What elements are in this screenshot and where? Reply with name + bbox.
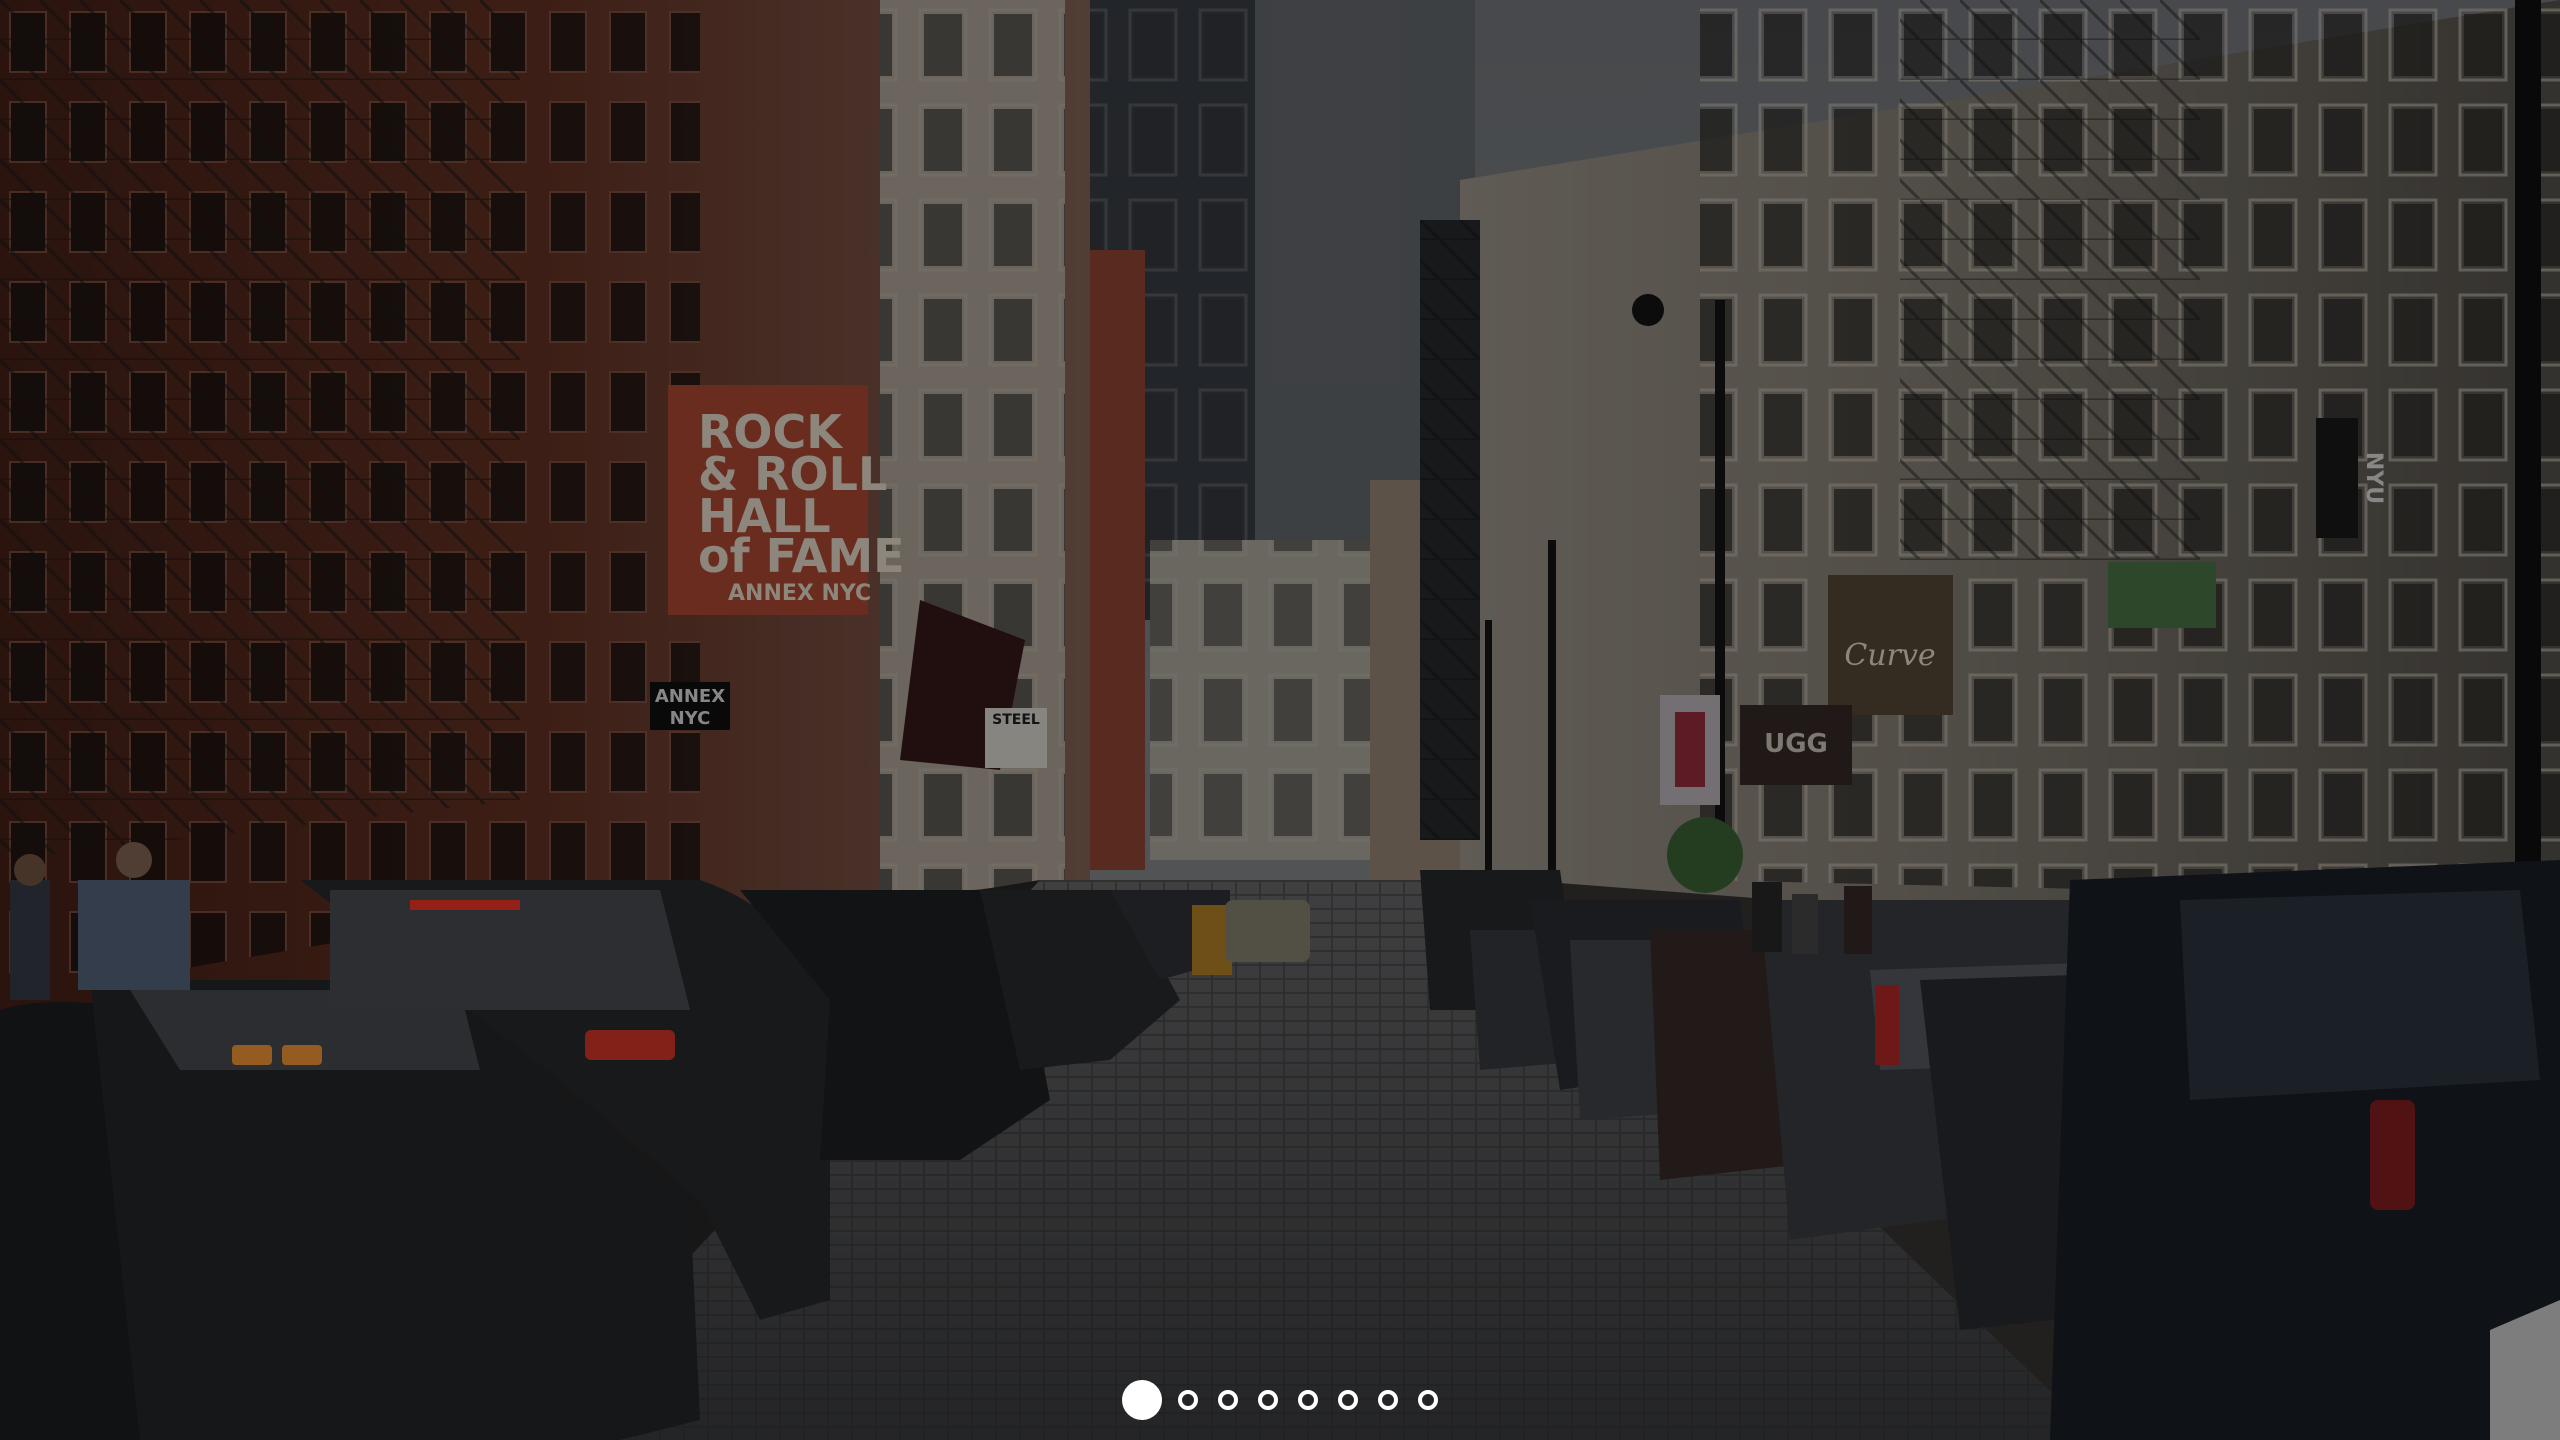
curve-banner: Curve — [1844, 638, 1935, 673]
slide-pager — [0, 1378, 2560, 1422]
hall-of-fame-line-5: ANNEX NYC — [728, 581, 871, 606]
ugg-banner: UGG — [1764, 729, 1828, 759]
pager-dot-6[interactable] — [1338, 1390, 1358, 1410]
pager-dot-2[interactable] — [1178, 1390, 1198, 1410]
nyu-sign: NYU — [2361, 452, 2386, 504]
pager-dot-4[interactable] — [1258, 1390, 1278, 1410]
steel-sign: STEEL — [992, 712, 1040, 728]
pager-dot-8[interactable] — [1418, 1390, 1438, 1410]
pager-dot-7[interactable] — [1378, 1390, 1398, 1410]
annex-sign-line-1: ANNEX — [655, 686, 725, 707]
pager-dot-3[interactable] — [1218, 1390, 1238, 1410]
slideshow: ROCK & ROLL HALL of FAME ANNEX NYC ANNEX… — [0, 0, 2560, 1440]
slide-photo: ROCK & ROLL HALL of FAME ANNEX NYC ANNEX… — [0, 0, 2560, 1440]
hall-of-fame-line-4: of FAME — [698, 529, 905, 583]
pager-dot-5[interactable] — [1298, 1390, 1318, 1410]
pager-dot-1[interactable] — [1122, 1380, 1162, 1420]
annex-sign-line-2: NYC — [670, 708, 711, 729]
